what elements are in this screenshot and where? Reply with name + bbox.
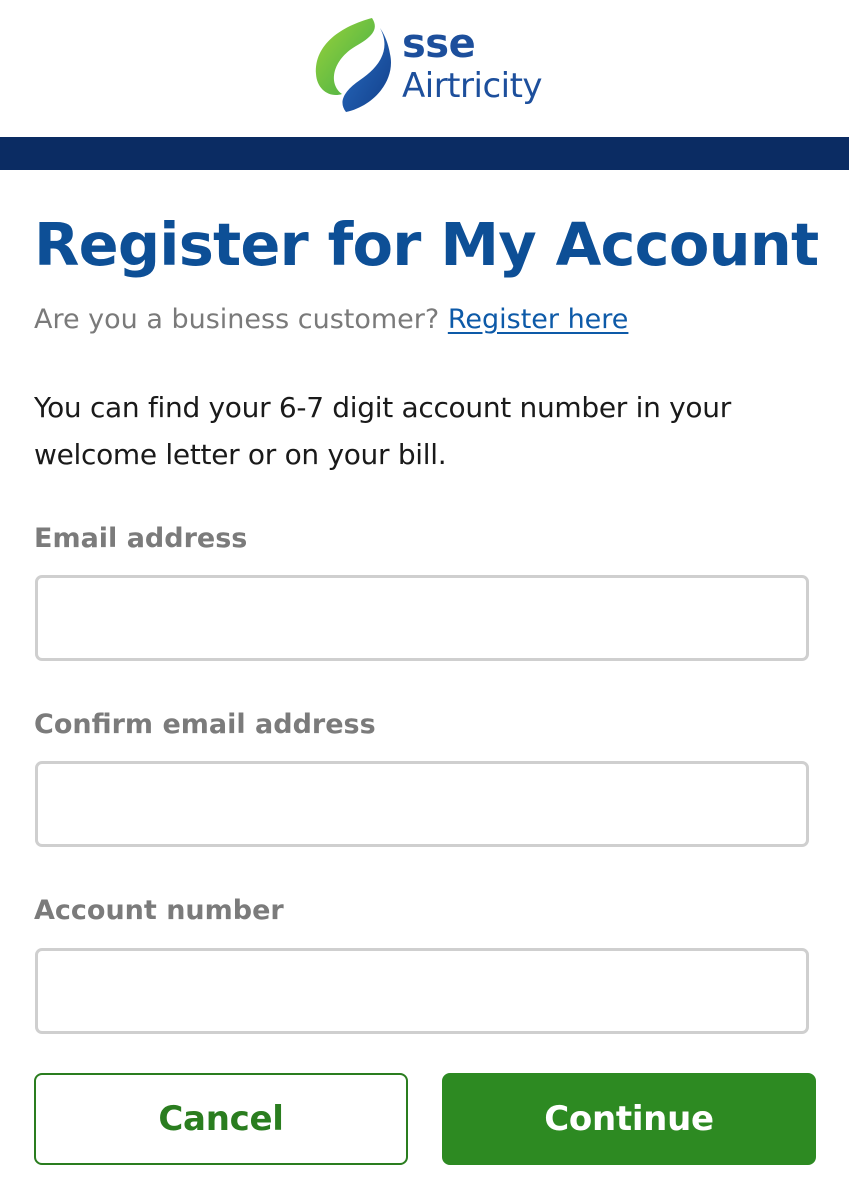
cancel-button[interactable]: Cancel [34, 1073, 408, 1165]
register-page: sse Airtricity Register for My Account A… [0, 0, 849, 1200]
sse-swirl-logo-icon [315, 18, 391, 112]
logo-wordmark-sse: sse [402, 21, 476, 67]
business-prompt-text: Are you a business customer? [34, 304, 440, 335]
continue-button[interactable]: Continue [442, 1073, 816, 1165]
logo-wordmark-airtricity: Airtricity [402, 66, 543, 106]
register-here-link[interactable]: Register here [448, 304, 629, 335]
confirm-email-label: Confirm email address [34, 709, 376, 740]
email-label: Email address [34, 523, 248, 554]
email-field[interactable] [35, 575, 809, 661]
account-number-field[interactable] [35, 948, 809, 1034]
account-number-label: Account number [34, 895, 284, 926]
site-header: sse Airtricity [0, 0, 849, 137]
confirm-email-field[interactable] [35, 761, 809, 847]
page-title: Register for My Account [34, 210, 819, 279]
header-nav-bar [0, 137, 849, 170]
intro-text: You can find your 6-7 digit account numb… [34, 391, 731, 471]
business-customer-prompt: Are you a business customer? Register he… [34, 300, 628, 340]
sse-airtricity-logo[interactable]: sse Airtricity [312, 14, 543, 114]
